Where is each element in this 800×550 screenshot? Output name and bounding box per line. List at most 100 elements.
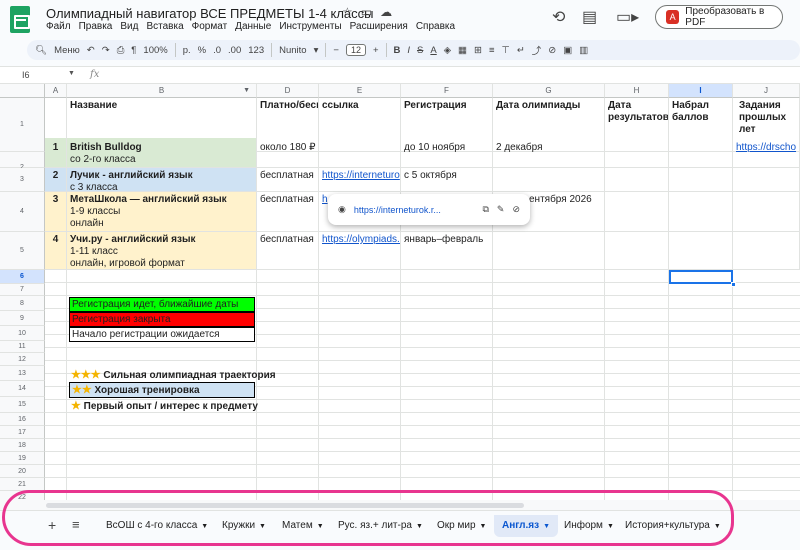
name-box[interactable]: I6 [22, 70, 30, 80]
menu-help[interactable]: Справка [416, 21, 455, 32]
font-size-input[interactable]: 12 [345, 44, 366, 56]
undo-icon[interactable]: ↶ [87, 45, 95, 56]
olympiad-name-cell[interactable]: British Bulldog со 2-го класса [67, 138, 257, 168]
row-number[interactable]: 2 [45, 168, 67, 192]
name-box-caret-icon[interactable]: ▼ [68, 70, 75, 77]
registration-cell[interactable]: до 10 ноября [401, 138, 493, 168]
cell[interactable] [669, 168, 733, 192]
olympiad-name-cell[interactable]: Учи.ру - английский язык 1-11 класс онла… [67, 232, 257, 270]
date-cell[interactable] [493, 168, 605, 192]
search-icon[interactable]: 🔍︎ [35, 45, 47, 56]
edit-link-icon[interactable]: ✎ [497, 204, 505, 215]
cell[interactable] [605, 138, 669, 168]
row-header[interactable]: 3 [0, 168, 45, 192]
paint-format-icon[interactable]: ¶ [131, 45, 136, 56]
row-number[interactable]: 4 [45, 232, 67, 270]
cell[interactable] [669, 138, 733, 168]
menu-extensions[interactable]: Расширения [350, 21, 408, 32]
menu-search-label[interactable]: Меню [54, 45, 80, 56]
row-header[interactable]: 19 [0, 452, 45, 465]
row-header[interactable]: 20 [0, 465, 45, 478]
star-icon[interactable]: ☆ [342, 5, 353, 19]
rating-three-stars[interactable]: ★★★ Сильная олимпиадная траектория [71, 368, 276, 381]
link-cell[interactable] [319, 138, 401, 168]
price-cell[interactable]: около 180 ₽ [257, 138, 319, 168]
price-cell[interactable]: бесплатная [257, 168, 319, 192]
date-cell[interactable] [493, 232, 605, 270]
cell[interactable] [733, 232, 800, 270]
row-header[interactable]: 16 [0, 413, 45, 426]
row-header[interactable]: 17 [0, 426, 45, 439]
insert-chart-icon[interactable]: ▥ [579, 45, 588, 56]
sheets-logo-icon[interactable] [10, 6, 30, 33]
registration-cell[interactable]: с 5 октября [401, 168, 493, 192]
menu-data[interactable]: Данные [235, 21, 271, 32]
link-cell[interactable]: https://interneturo [319, 168, 401, 192]
rating-one-star[interactable]: ★ Первый опыт / интерес к предмету [71, 399, 258, 412]
text-color-icon[interactable]: A [430, 45, 436, 56]
column-header[interactable]: B ▼ [67, 84, 257, 98]
row-header[interactable]: 8 [0, 296, 45, 311]
convert-pdf-button[interactable]: A Преобразовать в PDF [655, 5, 783, 29]
merge-cells-icon[interactable]: ⊞ [474, 45, 482, 56]
horizontal-align-icon[interactable]: ≡ [489, 45, 495, 56]
zoom-select[interactable]: 100% [143, 45, 167, 56]
cell[interactable] [669, 232, 733, 270]
row-header[interactable]: 15 [0, 397, 45, 413]
print-icon[interactable]: ⎙ [117, 45, 125, 56]
legend-pending[interactable]: Начало регистрации ожидается [69, 327, 255, 342]
cell[interactable] [733, 168, 800, 192]
menu-format[interactable]: Формат [192, 21, 228, 32]
row-header[interactable]: 6 [0, 270, 45, 284]
row-header[interactable]: 4 [0, 192, 45, 232]
row-number[interactable]: 3 [45, 192, 67, 232]
column-header[interactable]: J [733, 84, 800, 98]
menu-view[interactable]: Вид [120, 21, 138, 32]
menu-insert[interactable]: Вставка [146, 21, 183, 32]
font-size-decrease-button[interactable]: − [333, 45, 339, 56]
row-header[interactable]: 1 [0, 98, 45, 152]
move-folder-icon[interactable]: ▭ [361, 5, 372, 19]
olympiad-name-cell[interactable]: Лучик - английский язык с 3 класса [67, 168, 257, 192]
row-header[interactable]: 14 [0, 381, 45, 397]
decrease-decimal-button[interactable]: .0 [213, 45, 221, 56]
borders-icon[interactable]: ▦ [458, 45, 467, 56]
vertical-align-icon[interactable]: ⊤ [502, 45, 510, 56]
font-caret-icon[interactable]: ▾ [314, 45, 319, 56]
text-rotation-icon[interactable]: ⤴ [532, 43, 542, 57]
olympiad-name-cell[interactable]: МетаШкола — английский язык 1-9 классы о… [67, 192, 257, 232]
column-header[interactable]: E [319, 84, 401, 98]
spreadsheet-grid[interactable]: A B▼ D E F G H I J 1 2 3 4 5 6 7 8 9 10 … [0, 84, 800, 510]
row-number[interactable]: 1 [45, 138, 67, 168]
legend-open[interactable]: Регистрация идет, ближайшие даты [69, 297, 255, 312]
menu-file[interactable]: Файл [46, 21, 71, 32]
text-wrap-icon[interactable]: ↵ [517, 45, 525, 56]
history-icon[interactable]: ⟲ [552, 7, 565, 27]
document-title[interactable]: Олимпиадный навигатор ВСЕ ПРЕДМЕТЫ 1-4 к… [46, 6, 373, 21]
legend-closed[interactable]: Регистрация закрыта [69, 312, 255, 327]
font-select[interactable]: Nunito [279, 45, 306, 56]
more-formats-button[interactable]: 123 [248, 45, 264, 56]
column-header[interactable]: H [605, 84, 669, 98]
row-header[interactable]: 13 [0, 366, 45, 381]
remove-link-icon[interactable]: ⊘ [512, 204, 520, 215]
column-header[interactable]: D [257, 84, 319, 98]
popup-link-url[interactable]: https://interneturok.r... [354, 205, 441, 215]
redo-icon[interactable]: ↷ [102, 45, 110, 56]
price-cell[interactable]: бесплатная [257, 232, 319, 270]
font-size-increase-button[interactable]: + [373, 45, 379, 56]
cell[interactable] [605, 232, 669, 270]
increase-decimal-button[interactable]: .00 [228, 45, 241, 56]
strikethrough-icon[interactable]: S [417, 45, 423, 56]
italic-icon[interactable]: I [407, 45, 410, 56]
row-header[interactable]: 12 [0, 353, 45, 366]
cell[interactable] [605, 168, 669, 192]
row-header[interactable]: 2 [0, 152, 45, 171]
meet-icon[interactable]: ▭▸ [616, 7, 639, 27]
fill-handle[interactable] [731, 282, 736, 287]
cloud-status-icon[interactable]: ☁ [380, 5, 392, 19]
comments-icon[interactable]: ▤ [582, 7, 597, 27]
percent-format-button[interactable]: % [198, 45, 206, 56]
select-all-corner[interactable] [0, 84, 45, 98]
column-header[interactable]: A [45, 84, 67, 98]
